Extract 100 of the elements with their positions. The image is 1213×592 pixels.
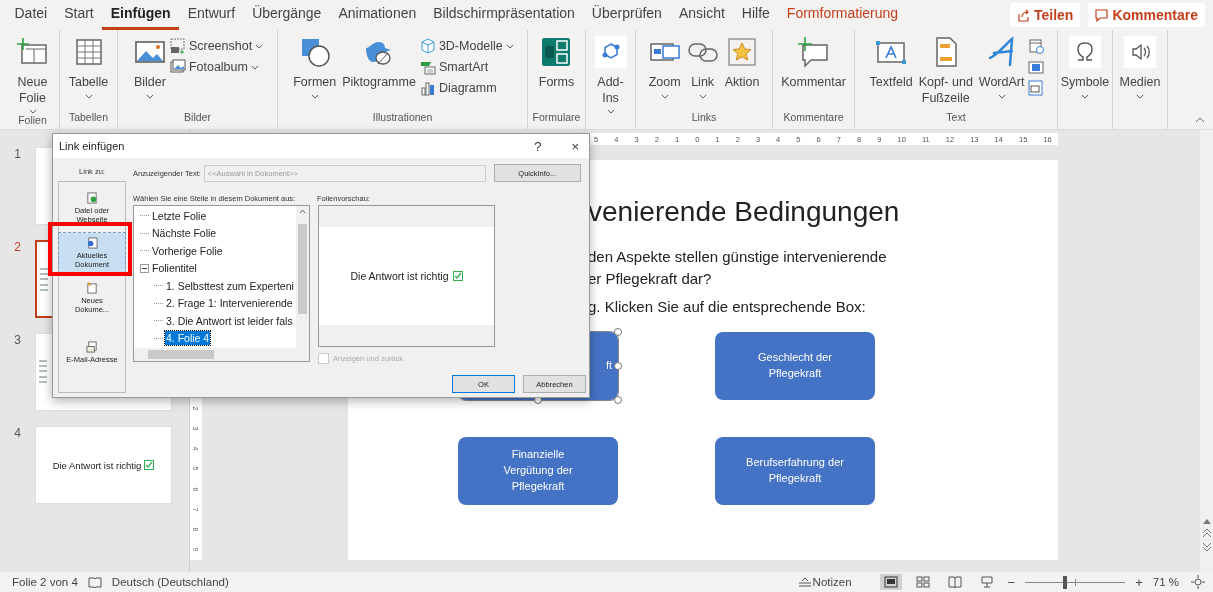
calendar-icon bbox=[1028, 38, 1045, 54]
ribbon-button[interactable]: Kopf- und Fußzeile bbox=[916, 36, 975, 111]
ribbon-button[interactable]: SmartArt bbox=[419, 59, 514, 75]
group-label: Kommentare bbox=[782, 111, 845, 125]
resize-handle[interactable] bbox=[614, 328, 622, 336]
language-label[interactable]: Deutsch (Deutschland) bbox=[111, 576, 229, 588]
vertical-scrollbar[interactable] bbox=[296, 206, 309, 348]
slide-number: 1 bbox=[13, 147, 22, 161]
speaker-icon bbox=[1124, 36, 1156, 68]
notes-button[interactable]: Notizen bbox=[798, 576, 852, 588]
slide-number: 3 bbox=[13, 333, 22, 347]
tree-item[interactable]: 2. Frage 1: Intervenierende bbox=[165, 296, 294, 311]
resize-handle[interactable] bbox=[614, 362, 622, 370]
tree-item[interactable]: 3. Die Antwort ist leider fals bbox=[165, 313, 294, 328]
photo-album-icon bbox=[169, 59, 186, 75]
bar-chart-icon bbox=[419, 80, 436, 96]
dialog-title: Link einfügen bbox=[59, 140, 125, 152]
zoom-slider[interactable] bbox=[1025, 575, 1126, 589]
ribbon-tab[interactable]: Animationen bbox=[329, 0, 425, 30]
tree-item[interactable]: 4. Folie 4 bbox=[165, 331, 211, 346]
zoom-out-button[interactable]: − bbox=[1007, 574, 1016, 590]
help-button[interactable]: ? bbox=[530, 138, 546, 154]
ribbon-button[interactable]: Zoom bbox=[646, 36, 683, 111]
group-label: Folien bbox=[17, 114, 48, 129]
ribbon-button[interactable]: Diagramm bbox=[419, 80, 514, 96]
answer-box[interactable]: Berufserfahrung der Pflegekraft bbox=[715, 437, 875, 505]
thumbnail-text: Die Antwort ist richtig bbox=[52, 459, 142, 471]
book-check-icon[interactable] bbox=[87, 575, 102, 589]
ribbon-button[interactable]: WordArt bbox=[976, 36, 1027, 111]
ribbon-button[interactable]: Symbole bbox=[1058, 36, 1112, 111]
slide-number-icon bbox=[1028, 59, 1045, 75]
ribbon-button[interactable]: Forms bbox=[536, 36, 577, 111]
ribbon-tab[interactable]: Formformatierung bbox=[778, 0, 907, 30]
zoom-percent[interactable]: 71 % bbox=[1152, 576, 1179, 588]
ribbon-tab[interactable]: Hilfe bbox=[733, 0, 779, 30]
ribbon-tab[interactable]: Übergänge bbox=[243, 0, 330, 30]
ribbon-button[interactable]: Add- Ins bbox=[592, 36, 629, 115]
document-globe-icon bbox=[86, 192, 98, 204]
tree-item[interactable]: 1. Selbsttest zum Experteni bbox=[165, 278, 295, 293]
box-text: Finanzielle Vergütung der Pflegekraft bbox=[502, 447, 574, 494]
group-label: Text bbox=[945, 111, 967, 125]
answer-box[interactable]: Finanzielle Vergütung der Pflegekraft bbox=[458, 437, 618, 505]
ribbon-tab[interactable]: Datei bbox=[6, 0, 56, 30]
box-text: ft bbox=[605, 358, 612, 374]
ribbon-button[interactable]: 3D-Modelle bbox=[419, 38, 514, 54]
scroll-up-icon[interactable] bbox=[299, 209, 306, 214]
share-button[interactable]: Teilen bbox=[1010, 3, 1081, 27]
tree-item[interactable]: Vorherige Folie bbox=[151, 243, 224, 258]
ribbon-button[interactable]: Piktogramme bbox=[340, 36, 418, 111]
tree-item[interactable]: Nächste Folie bbox=[151, 226, 218, 241]
ribbon-button[interactable]: Bilder bbox=[131, 36, 168, 111]
ribbon-tab[interactable]: Ansicht bbox=[670, 0, 734, 30]
group-label: Illustrationen bbox=[371, 111, 434, 125]
vertical-scrollbar[interactable] bbox=[1200, 130, 1213, 572]
previous-slide-icon[interactable] bbox=[1202, 528, 1211, 538]
next-slide-icon[interactable] bbox=[1202, 542, 1211, 552]
tree-item[interactable]: Folientitel bbox=[151, 261, 198, 276]
fit-to-window-icon[interactable] bbox=[1191, 575, 1205, 589]
ribbon-button[interactable]: Kommentar bbox=[779, 36, 848, 111]
ribbon-tab[interactable]: Bildschirmpräsentation bbox=[424, 0, 584, 30]
ribbon-icon-button[interactable] bbox=[1028, 38, 1045, 54]
answer-box[interactable]: Geschlecht der Pflegekraft bbox=[715, 332, 875, 400]
ribbon-tab[interactable]: Start bbox=[55, 0, 103, 30]
box-text: Berufserfahrung der Pflegekraft bbox=[745, 455, 845, 486]
share-icon bbox=[1017, 8, 1030, 22]
ribbon-tab[interactable]: Überprüfen bbox=[583, 0, 671, 30]
checked-box-icon bbox=[144, 460, 155, 470]
tree-item[interactable]: Letzte Folie bbox=[151, 208, 208, 223]
group-label: Formulare bbox=[531, 111, 582, 125]
omega-icon bbox=[1069, 36, 1101, 68]
preview-text: Die Antwort ist richtig bbox=[350, 270, 449, 282]
zoom-in-button[interactable]: + bbox=[1135, 574, 1143, 590]
ribbon-button[interactable]: Neue Folie bbox=[14, 36, 51, 115]
notes-icon bbox=[798, 577, 811, 587]
forms-icon bbox=[540, 36, 573, 68]
ribbon-button[interactable]: Formen bbox=[291, 36, 339, 111]
comments-button[interactable]: Kommentare bbox=[1088, 3, 1205, 27]
ribbon-button[interactable]: Fotoalbum bbox=[169, 59, 264, 75]
horizontal-scrollbar[interactable] bbox=[134, 348, 309, 361]
ribbon-button[interactable]: Screenshot bbox=[169, 38, 264, 54]
slide-number: 4 bbox=[13, 426, 22, 440]
scroll-up-icon[interactable] bbox=[1202, 518, 1211, 524]
ribbon-button[interactable]: Link bbox=[684, 36, 721, 111]
normal-view-icon[interactable] bbox=[879, 574, 902, 590]
ribbon-button[interactable]: Textfeld bbox=[867, 36, 915, 111]
new-document-icon bbox=[86, 282, 98, 294]
ribbon-button[interactable]: Aktion bbox=[722, 36, 762, 111]
close-button[interactable]: × bbox=[567, 138, 583, 154]
box-text: Geschlecht der Pflegekraft bbox=[757, 350, 833, 381]
collapse-ribbon-icon[interactable] bbox=[1195, 117, 1205, 123]
ribbon-button[interactable]: Medien bbox=[1117, 36, 1163, 111]
resize-handle[interactable] bbox=[614, 396, 622, 404]
slide-tree[interactable]: Letzte Folie Nächste Folie Vorherige Folie Folientitel 1. Selbsttest zum Experteni 2. Frage 1: Intervenierende 3. Die Antwort ist leider fals 4. Folie 4 bbox=[133, 205, 310, 362]
ribbon-tab[interactable]: Entwurf bbox=[179, 0, 244, 30]
collapse-icon[interactable] bbox=[140, 263, 149, 273]
ribbon-icon-button[interactable] bbox=[1028, 59, 1045, 75]
group-label: Links bbox=[690, 111, 718, 125]
slide-thumbnail[interactable]: Die Antwort ist richtig bbox=[35, 426, 172, 504]
ribbon-button[interactable]: Tabelle bbox=[66, 36, 111, 111]
ribbon-icon-button[interactable] bbox=[1028, 80, 1045, 96]
